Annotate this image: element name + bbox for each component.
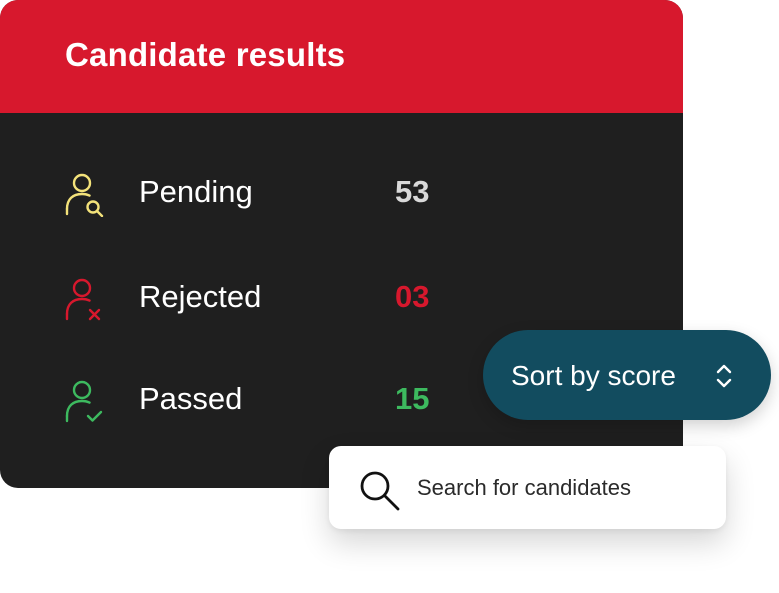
status-count-rejected: 03	[395, 279, 430, 314]
sort-label: Sort by score	[511, 360, 676, 391]
status-row-pending[interactable]: Pending 53	[0, 163, 683, 223]
user-search-icon	[65, 173, 104, 217]
user-x-icon	[65, 278, 101, 321]
status-label-passed: Passed	[139, 381, 243, 416]
card-title: Candidate results	[65, 36, 346, 73]
card-header: Candidate results	[0, 0, 683, 113]
search-icon[interactable]	[357, 468, 401, 512]
status-label-rejected: Rejected	[139, 279, 262, 314]
status-label-pending: Pending	[139, 174, 253, 209]
status-row-rejected[interactable]: Rejected 03	[0, 268, 683, 328]
search-box[interactable]	[329, 446, 726, 529]
chevron-up-down-icon[interactable]	[712, 361, 736, 391]
search-input[interactable]	[417, 471, 707, 505]
status-count-passed: 15	[395, 381, 430, 416]
status-count-pending: 53	[395, 174, 430, 209]
user-check-icon	[65, 380, 103, 423]
